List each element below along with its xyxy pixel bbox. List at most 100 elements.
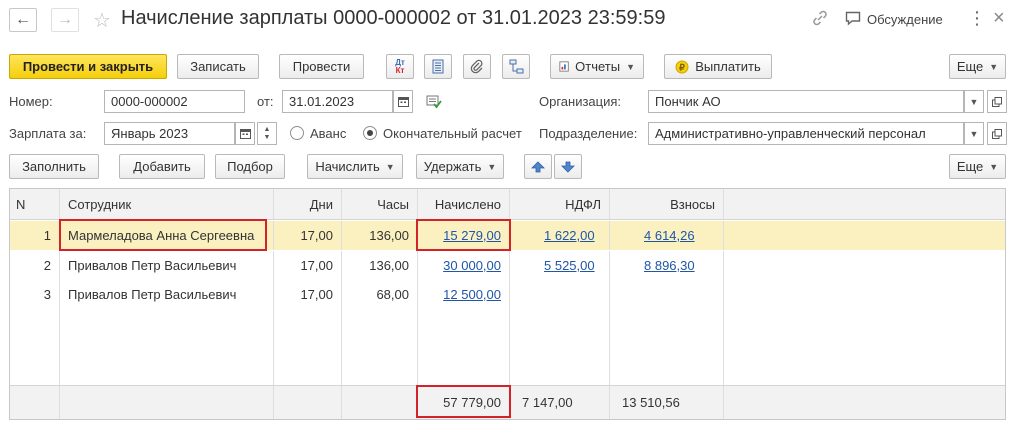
add-button[interactable]: Добавить bbox=[119, 154, 205, 179]
move-down-button[interactable] bbox=[554, 154, 582, 179]
department-dropdown-button[interactable]: ▼ bbox=[964, 122, 984, 145]
table-row[interactable]: 1 Мармеладова Анна Сергеевна 17,00 136,0… bbox=[10, 221, 1005, 250]
arrow-left-icon: ← bbox=[15, 11, 31, 28]
report-icon bbox=[559, 61, 569, 72]
cell-n: 1 bbox=[10, 221, 60, 250]
period-spinner[interactable]: ▲ ▼ bbox=[257, 122, 277, 145]
organization-open-button[interactable] bbox=[987, 90, 1007, 113]
final-calculation-label[interactable]: Окончательный расчет bbox=[383, 126, 522, 141]
department-open-button[interactable] bbox=[987, 122, 1007, 145]
link-icon[interactable] bbox=[811, 9, 829, 30]
discussion-link[interactable]: Обсуждение bbox=[867, 12, 943, 27]
header-hours[interactable]: Часы bbox=[342, 189, 418, 219]
advance-radio[interactable] bbox=[290, 126, 304, 140]
table-empty-area[interactable] bbox=[10, 309, 1005, 385]
fill-button[interactable]: Заполнить bbox=[9, 154, 99, 179]
chevron-up-icon[interactable]: ▲ bbox=[264, 126, 271, 134]
organization-label: Организация: bbox=[539, 94, 622, 109]
cell-accrued-link[interactable]: 12 500,00 bbox=[443, 287, 501, 302]
header-ndfl[interactable]: НДФЛ bbox=[510, 189, 610, 219]
chevron-down-icon: ▼ bbox=[989, 61, 999, 72]
advance-label[interactable]: Аванс bbox=[310, 126, 346, 141]
save-button[interactable]: Записать bbox=[177, 54, 259, 79]
document-list-button[interactable] bbox=[424, 54, 452, 79]
accrue-button[interactable]: Начислить ▼ bbox=[307, 154, 403, 179]
accrue-label: Начислить bbox=[315, 159, 380, 174]
arrow-down-icon bbox=[561, 161, 575, 173]
table-row[interactable]: 3 Привалов Петр Васильевич 17,00 68,00 1… bbox=[10, 280, 1005, 309]
cell-employee: Привалов Петр Васильевич bbox=[60, 251, 274, 280]
chevron-down-icon[interactable]: ▼ bbox=[264, 134, 271, 142]
cell-days: 17,00 bbox=[274, 221, 342, 250]
move-up-button[interactable] bbox=[524, 154, 552, 179]
table-row[interactable]: 2 Привалов Петр Васильевич 17,00 136,00 … bbox=[10, 251, 1005, 280]
calendar-icon bbox=[397, 97, 409, 107]
select-button[interactable]: Подбор bbox=[215, 154, 285, 179]
arrow-right-icon: → bbox=[57, 11, 73, 28]
cell-contributions-link[interactable]: 8 896,30 bbox=[644, 258, 695, 273]
svg-text:₽: ₽ bbox=[679, 62, 685, 72]
total-ndfl: 7 147,00 bbox=[510, 386, 610, 419]
department-field[interactable]: Административно-управленческий персонал bbox=[648, 122, 964, 145]
reports-button[interactable]: Отчеты ▼ bbox=[550, 54, 644, 79]
header-days[interactable]: Дни bbox=[274, 189, 342, 219]
dt-kt-button[interactable]: Дт Кт bbox=[386, 54, 414, 79]
cell-ndfl-link[interactable]: 1 622,00 bbox=[544, 228, 595, 243]
chevron-down-icon: ▼ bbox=[487, 161, 497, 172]
favorite-star-icon[interactable]: ☆ bbox=[93, 8, 111, 33]
post-button[interactable]: Провести bbox=[279, 54, 364, 79]
reports-label: Отчеты bbox=[575, 59, 621, 74]
period-calendar-button[interactable] bbox=[235, 122, 255, 145]
discussion-icon[interactable] bbox=[845, 11, 861, 29]
calendar-icon bbox=[239, 129, 251, 139]
withhold-label: Удержать bbox=[423, 159, 482, 174]
cell-contributions-link[interactable]: 4 614,26 bbox=[644, 228, 695, 243]
open-icon bbox=[992, 96, 1002, 107]
attachments-button[interactable] bbox=[463, 54, 491, 79]
chevron-down-icon: ▼ bbox=[989, 161, 999, 172]
more-button[interactable]: Еще ▼ bbox=[949, 54, 1006, 79]
paperclip-icon bbox=[470, 59, 483, 74]
period-label: Зарплата за: bbox=[9, 126, 87, 141]
cell-n: 2 bbox=[10, 251, 60, 280]
table-more-label: Еще bbox=[956, 159, 984, 174]
pay-button[interactable]: ₽ Выплатить bbox=[664, 54, 772, 79]
cell-hours: 68,00 bbox=[342, 280, 418, 309]
header-n[interactable]: N bbox=[10, 189, 60, 219]
chevron-down-icon: ▼ bbox=[969, 96, 979, 107]
cell-n: 3 bbox=[10, 280, 60, 309]
structure-button[interactable] bbox=[502, 54, 530, 79]
number-field[interactable]: 0000-000002 bbox=[104, 90, 245, 113]
period-field[interactable]: Январь 2023 bbox=[104, 122, 235, 145]
more-vertical-icon[interactable]: ⋮ bbox=[968, 9, 986, 27]
table-more-button[interactable]: Еще ▼ bbox=[949, 154, 1006, 179]
forward-button[interactable]: → bbox=[51, 8, 79, 32]
cell-accrued-link[interactable]: 30 000,00 bbox=[443, 258, 501, 273]
accruals-table[interactable]: N Сотрудник Дни Часы Начислено НДФЛ Взно… bbox=[9, 188, 1006, 420]
organization-dropdown-button[interactable]: ▼ bbox=[964, 90, 984, 113]
back-button[interactable]: ← bbox=[9, 8, 37, 32]
chevron-down-icon: ▼ bbox=[626, 61, 635, 72]
header-contributions[interactable]: Взносы bbox=[610, 189, 724, 219]
header-employee[interactable]: Сотрудник bbox=[60, 189, 274, 219]
header-filler bbox=[724, 189, 1005, 219]
calendar-button[interactable] bbox=[393, 90, 413, 113]
cell-hours: 136,00 bbox=[342, 221, 418, 250]
more-label: Еще bbox=[956, 59, 984, 74]
header-accrued[interactable]: Начислено bbox=[418, 189, 510, 219]
chevron-down-icon: ▼ bbox=[969, 128, 979, 139]
cell-ndfl-link[interactable]: 5 525,00 bbox=[544, 258, 595, 273]
post-and-close-button[interactable]: Провести и закрыть bbox=[9, 54, 167, 79]
close-icon[interactable]: × bbox=[993, 8, 1005, 28]
withhold-button[interactable]: Удержать ▼ bbox=[416, 154, 504, 179]
kt-text: Кт bbox=[395, 65, 405, 75]
table-footer: 57 779,00 7 147,00 13 510,56 bbox=[10, 385, 1005, 419]
cell-days: 17,00 bbox=[274, 251, 342, 280]
department-label: Подразделение: bbox=[539, 126, 638, 141]
date-field[interactable]: 31.01.2023 bbox=[282, 90, 393, 113]
final-calculation-radio[interactable] bbox=[363, 126, 377, 140]
cell-accrued-link[interactable]: 15 279,00 bbox=[443, 228, 501, 243]
total-contributions: 13 510,56 bbox=[610, 386, 724, 419]
organization-field[interactable]: Пончик АО bbox=[648, 90, 964, 113]
date-label: от: bbox=[257, 94, 274, 109]
